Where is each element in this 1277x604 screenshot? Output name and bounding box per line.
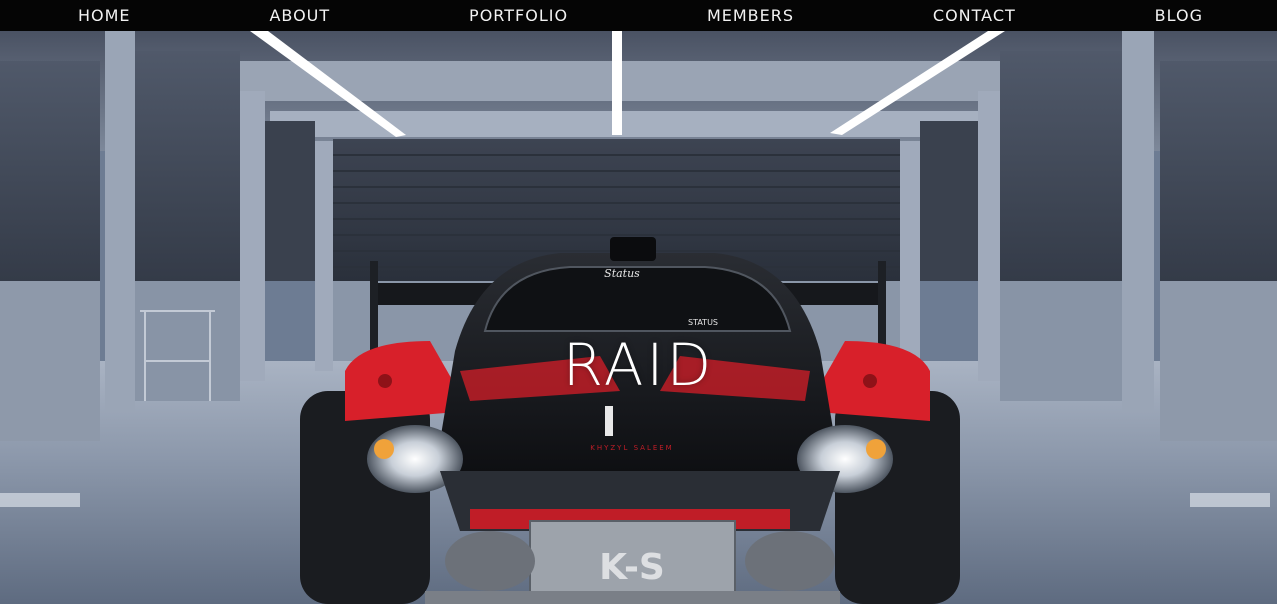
nav-about-link[interactable]: ABOUT: [269, 0, 330, 31]
nav-contact-link[interactable]: CONTACT: [933, 0, 1016, 31]
hood-text: KHYZYL SALEEM: [590, 444, 673, 452]
hero-background-image: Status STATUS KHYZYL SALEEM K-S: [0, 31, 1277, 604]
nav-members-link[interactable]: MEMBERS: [707, 0, 794, 31]
nav-home-link[interactable]: HOME: [78, 0, 131, 31]
nav-blog-link[interactable]: BLOG: [1155, 0, 1203, 31]
windshield-logo-text: Status: [604, 267, 640, 280]
hero-title: RAID: [562, 331, 715, 399]
nav-portfolio-link[interactable]: PORTFOLIO: [469, 0, 568, 31]
top-navigation: HOME ABOUT PORTFOLIO MEMBERS CONTACT BLO…: [0, 0, 1277, 31]
windshield-badge-text: STATUS: [688, 318, 718, 327]
hero-section: Status STATUS KHYZYL SALEEM K-S RAID: [0, 31, 1277, 604]
plate-text: K-S: [599, 547, 665, 588]
